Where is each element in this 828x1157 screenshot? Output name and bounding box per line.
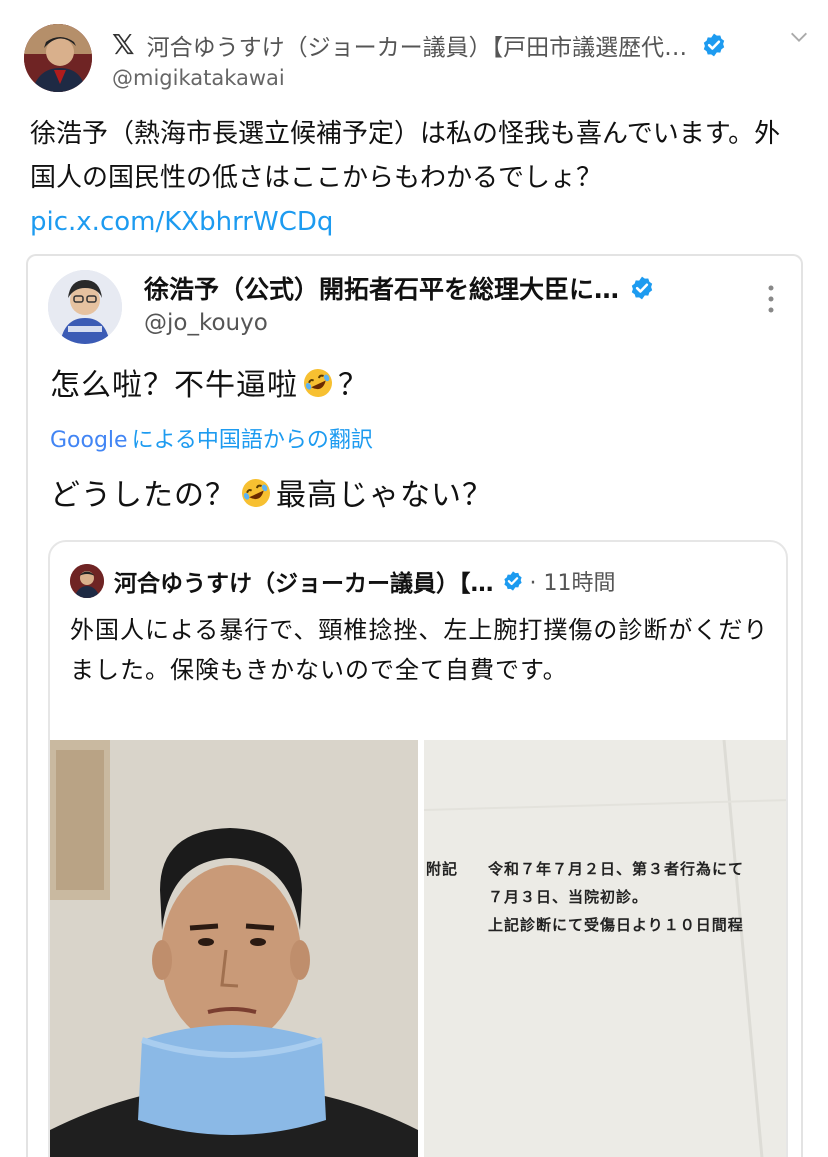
translation-label: による中国語からの翻訳: [131, 428, 373, 453]
selfie-photo: [50, 740, 418, 1157]
verified-badge-icon: [703, 33, 725, 57]
quoted-tweet: 河合ゆうすけ（ジョーカー議員）【… · 11時間 外国人による暴行で、頸椎捻挫、…: [48, 540, 788, 1157]
embedded-handle: @jo_kouyo: [144, 310, 268, 336]
embedded-display-name: 徐浩予（公式）開拓者石平を総理大臣に…: [144, 275, 620, 304]
tweet-media-link[interactable]: pic.x.com/KXbhrrWCDq: [30, 207, 333, 237]
embedded-text-part2: ？: [338, 368, 369, 403]
quoted-timestamp: · 11時間: [529, 571, 616, 596]
verified-badge-icon: [631, 276, 653, 300]
rofl-emoji-icon: [304, 369, 332, 397]
author-avatar[interactable]: [24, 24, 92, 92]
embedded-name-row: 徐浩予（公式）開拓者石平を総理大臣に…: [144, 270, 655, 306]
author-handle[interactable]: @migikatakawai: [112, 66, 285, 90]
x-logo-icon: 𝕏: [112, 28, 135, 61]
document-line-1: 令和７年７月２日、第３者行為にて: [488, 860, 745, 878]
chevron-down-icon[interactable]: [788, 26, 810, 48]
embedded-text-part1: 怎么啦？不牛逼啦: [50, 368, 298, 403]
verified-badge-icon: [503, 571, 522, 591]
medical-document-photo: 附記 令和７年７月２日、第３者行為にて ７月３日、当院初診。 上記診断にて受傷日…: [424, 740, 786, 1157]
embedded-tweet-image[interactable]: 徐浩予（公式）開拓者石平を総理大臣に… @jo_kouyo 怎么啦？不牛逼啦 ？…: [26, 254, 803, 1157]
translation-part1: どうしたの？: [50, 478, 236, 513]
translation-part2: 最高じゃない？: [276, 478, 493, 513]
translation-attribution: Google による中国語からの翻訳: [50, 422, 373, 454]
google-logo-icon: Google: [50, 428, 128, 453]
embedded-tweet-text: 怎么啦？不牛逼啦 ？: [50, 360, 369, 404]
rofl-emoji-icon: [242, 479, 270, 507]
author-display-name[interactable]: 河合ゆうすけ（ジョーカー議員）【戸田市議選歴代…: [147, 28, 688, 62]
embedded-author-avatar: [48, 270, 122, 344]
tweet-text: 徐浩予（熱海市長選立候補予定）は私の怪我も喜んでいます。外国人の国民性の低さはこ…: [30, 112, 800, 244]
document-label: 附記: [426, 860, 459, 878]
more-vertical-icon: [768, 285, 774, 313]
tweet-header: 𝕏 河合ゆうすけ（ジョーカー議員）【戸田市議選歴代… @migikatakawa…: [24, 22, 814, 92]
tweet-body: 徐浩予（熱海市長選立候補予定）は私の怪我も喜んでいます。外国人の国民性の低さはこ…: [30, 119, 781, 193]
document-line-2: ７月３日、当院初診。: [488, 888, 649, 906]
quoted-display-name: 河合ゆうすけ（ジョーカー議員）【…: [114, 571, 494, 597]
quoted-tweet-header: 河合ゆうすけ（ジョーカー議員）【… · 11時間: [70, 564, 615, 598]
quoted-author-avatar: [70, 564, 104, 598]
author-name-row: 𝕏 河合ゆうすけ（ジョーカー議員）【戸田市議選歴代…: [112, 28, 802, 62]
embedded-translation-text: どうしたの？ 最高じゃない？: [50, 470, 493, 514]
quoted-tweet-text: 外国人による暴行で、頸椎捻挫、左上腕打撲傷の診断がくだりました。保険もきかないの…: [70, 616, 769, 684]
document-line-3: 上記診断にて受傷日より１０日間程: [488, 916, 744, 934]
